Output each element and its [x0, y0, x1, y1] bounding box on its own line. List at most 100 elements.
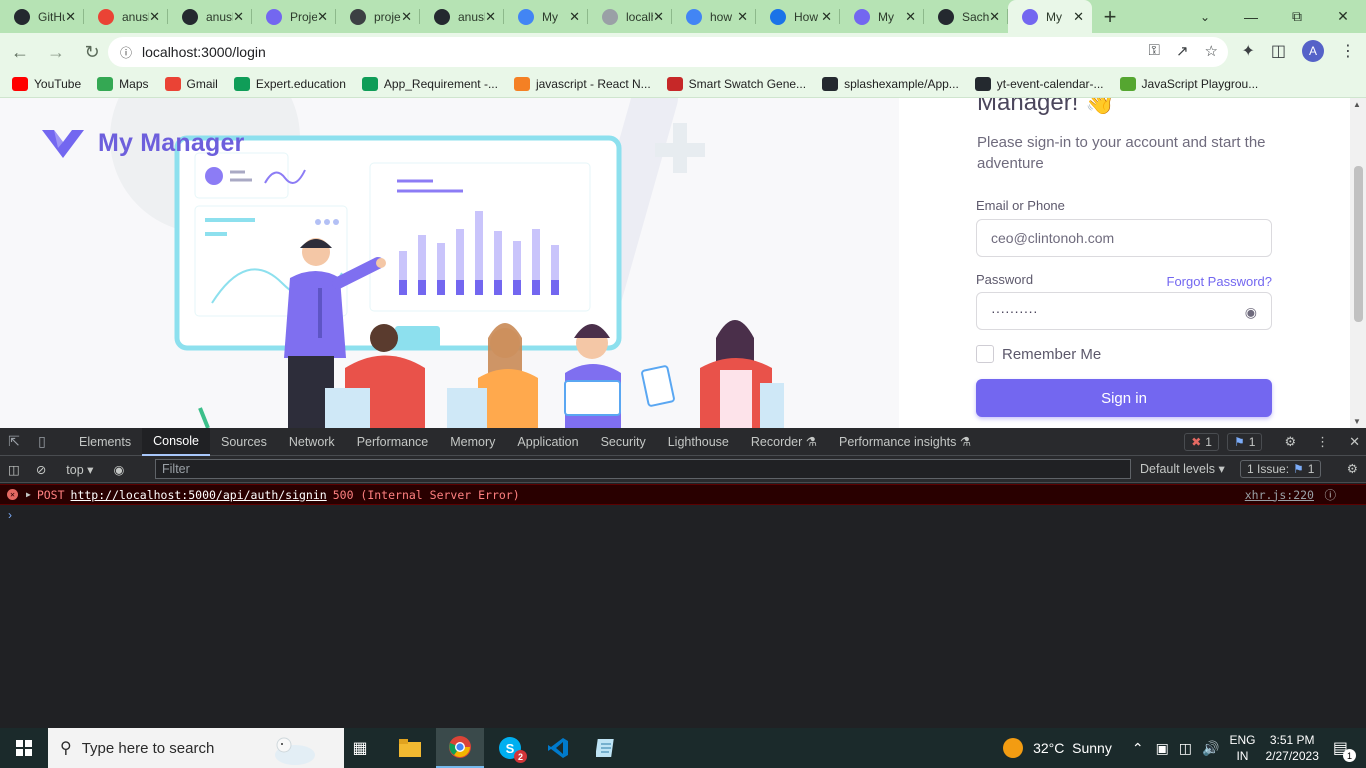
notepad-icon[interactable]	[582, 728, 630, 768]
bookmark-label[interactable]: Smart Swatch Gene...	[689, 77, 806, 91]
email-value[interactable]: ceo@clintonoh.com	[991, 230, 1114, 246]
password-value[interactable]: ··········	[991, 303, 1038, 319]
restore-icon[interactable]: ⧉	[1274, 0, 1320, 33]
remember-label[interactable]: Remember Me	[1002, 346, 1101, 363]
clear-console-icon[interactable]: ⊘	[36, 462, 46, 477]
tab-title[interactable]: Project	[290, 10, 317, 24]
side-panel-icon[interactable]: ◫	[1271, 41, 1286, 61]
menu-kebab-icon[interactable]: ⋮	[1340, 41, 1356, 61]
tab-title[interactable]: Sachin	[962, 10, 989, 24]
browser-tab[interactable]: GitHub✕	[0, 0, 84, 33]
close-tab-icon[interactable]: ✕	[653, 9, 664, 25]
tab-title[interactable]: My	[542, 10, 569, 24]
address-bar[interactable]: ⓘ localhost:3000/login ⚿ ↗ ☆	[108, 37, 1228, 67]
bookmark-star-icon[interactable]: ☆	[1205, 42, 1218, 60]
devtools-tab[interactable]: Performance insights ⚗	[828, 428, 982, 456]
filter-placeholder[interactable]: Filter	[162, 462, 190, 476]
devtools-tab[interactable]: Recorder ⚗	[740, 428, 828, 456]
key-icon[interactable]: ⚿	[1149, 42, 1160, 60]
devtools-tab[interactable]: Sources	[210, 428, 278, 456]
browser-tab[interactable]: How ✕	[756, 0, 840, 33]
devtools-tab[interactable]: Console	[142, 427, 210, 456]
close-tab-icon[interactable]: ✕	[821, 9, 832, 25]
log-levels-dropdown[interactable]: Default levels ▾	[1140, 461, 1225, 476]
scrollbar-thumb[interactable]	[1354, 166, 1363, 322]
bookmark-label[interactable]: YouTube	[34, 77, 81, 91]
bookmark-item[interactable]: Smart Swatch Gene...	[666, 77, 806, 91]
forward-arrow-icon[interactable]: →	[40, 36, 72, 68]
bookmark-item[interactable]: YouTube	[12, 77, 81, 91]
tab-title[interactable]: anusha	[458, 10, 485, 24]
forgot-password-link[interactable]: Forgot Password?	[1167, 274, 1273, 289]
password-field[interactable]: ·········· ◉	[976, 292, 1272, 330]
close-tab-icon[interactable]: ✕	[737, 9, 748, 25]
share-icon[interactable]: ↗	[1176, 42, 1189, 60]
browser-tab[interactable]: anusha✕	[420, 0, 504, 33]
scroll-up-icon[interactable]: ▲	[1353, 100, 1361, 109]
bookmark-item[interactable]: yt-event-calendar-...	[974, 77, 1104, 91]
extensions-puzzle-icon[interactable]: ✦	[1241, 41, 1254, 61]
tab-title[interactable]: GitHub	[38, 10, 65, 24]
issues-button[interactable]: 1 Issue: ⚑ 1	[1240, 460, 1322, 478]
expand-triangle-icon[interactable]: ▶	[26, 490, 31, 499]
devtools-tab[interactable]: Elements	[68, 428, 142, 456]
browser-tab[interactable]: Project✕	[252, 0, 336, 33]
chrome-taskbar-icon[interactable]	[436, 728, 484, 768]
file-explorer-icon[interactable]	[386, 728, 434, 768]
minimize-icon[interactable]: —	[1228, 0, 1274, 33]
bookmark-item[interactable]: Maps	[97, 77, 149, 91]
close-tab-icon[interactable]: ✕	[233, 9, 244, 25]
tab-title[interactable]: how	[710, 10, 737, 24]
devtools-tab[interactable]: Lighthouse	[657, 428, 740, 456]
new-tab-icon[interactable]: +	[1092, 0, 1128, 33]
site-info-icon[interactable]: ⓘ	[120, 44, 132, 61]
signin-button[interactable]: Sign in	[976, 379, 1272, 417]
browser-tab[interactable]: localhost✕	[588, 0, 672, 33]
language-indicator[interactable]: ENG IN	[1229, 732, 1255, 764]
windows-start-icon[interactable]	[0, 728, 48, 768]
device-toolbar-icon[interactable]: ▯	[28, 428, 56, 456]
close-window-icon[interactable]: ✕	[1320, 0, 1366, 33]
close-tab-icon[interactable]: ✕	[149, 9, 160, 25]
console-settings-icon[interactable]: ⚙	[1347, 461, 1358, 476]
close-tab-icon[interactable]: ✕	[401, 9, 412, 25]
tray-chevron-icon[interactable]: ⌃	[1132, 740, 1144, 757]
bookmark-label[interactable]: yt-event-calendar-...	[997, 77, 1104, 91]
close-tab-icon[interactable]: ✕	[65, 9, 76, 25]
message-count-badge[interactable]: ⚑ 1	[1226, 433, 1263, 451]
close-tab-icon[interactable]: ✕	[485, 9, 496, 25]
devtools-tab[interactable]: Application	[506, 428, 589, 456]
network-request-icon[interactable]: ⓘ	[1325, 487, 1337, 503]
error-source-link[interactable]: xhr.js:220	[1245, 488, 1314, 502]
console-prompt[interactable]: ›	[8, 508, 12, 522]
console-filter-input[interactable]: Filter	[155, 459, 1131, 479]
tab-search-chevron-icon[interactable]: ⌄	[1188, 0, 1222, 33]
address-url[interactable]: localhost:3000/login	[142, 44, 266, 60]
tab-title[interactable]: anusha	[206, 10, 233, 24]
error-url-link[interactable]: http://localhost:5000/api/auth/signin	[71, 488, 327, 502]
meet-now-icon[interactable]: ▣	[1156, 740, 1169, 757]
levels-label[interactable]: Default levels	[1140, 462, 1215, 476]
bookmark-item[interactable]: Gmail	[164, 77, 218, 91]
bookmark-label[interactable]: javascript - React N...	[536, 77, 651, 91]
bookmark-label[interactable]: App_Requirement -...	[384, 77, 498, 91]
bookmark-label[interactable]: splashexample/App...	[844, 77, 959, 91]
tab-title[interactable]: localhost	[626, 10, 653, 24]
scroll-down-icon[interactable]: ▼	[1353, 417, 1361, 426]
devtools-tab[interactable]: Security	[590, 428, 657, 456]
close-tab-icon[interactable]: ✕	[1073, 9, 1084, 25]
tab-title[interactable]: project	[374, 10, 401, 24]
console-error-row[interactable]: ✕ ▶ POST http://localhost:5000/api/auth/…	[0, 484, 1366, 505]
bookmark-item[interactable]: javascript - React N...	[513, 77, 651, 91]
sidebar-toggle-icon[interactable]: ◫	[8, 462, 20, 477]
volume-icon[interactable]: 🔊	[1202, 740, 1219, 757]
browser-tab[interactable]: Sachin✕	[924, 0, 1008, 33]
profile-avatar[interactable]: A	[1302, 40, 1324, 62]
devtools-tab[interactable]: Performance	[346, 428, 440, 456]
close-devtools-icon[interactable]: ✕	[1349, 434, 1360, 450]
close-tab-icon[interactable]: ✕	[989, 9, 1000, 25]
bookmark-label[interactable]: Maps	[119, 77, 148, 91]
bookmark-item[interactable]: App_Requirement -...	[361, 77, 498, 91]
clock[interactable]: 3:51 PM 2/27/2023	[1265, 732, 1318, 764]
bookmark-item[interactable]: splashexample/App...	[822, 77, 959, 91]
